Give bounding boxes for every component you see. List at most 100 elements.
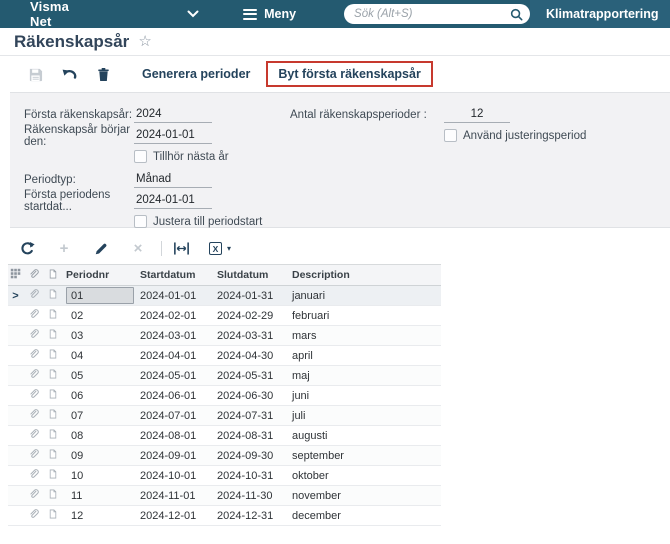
row-attachment-icon[interactable] <box>23 365 44 386</box>
cell-startdatum[interactable]: 2024-02-01 <box>136 305 213 326</box>
column-header-startdatum[interactable]: Startdatum <box>136 264 213 286</box>
table-row[interactable]: > 01 2024-01-01 2024-01-31 januari <box>8 285 441 306</box>
row-attachment-icon[interactable] <box>23 405 44 426</box>
row-attachment-icon[interactable] <box>23 425 44 446</box>
row-attachment-icon[interactable] <box>23 285 44 306</box>
cell-slutdatum[interactable]: 2024-12-31 <box>213 505 288 526</box>
brand-logo[interactable]: Visma Net <box>30 0 69 29</box>
row-selector-cell[interactable]: > <box>8 505 23 526</box>
row-attachment-icon[interactable] <box>23 505 44 526</box>
search-input[interactable] <box>354 8 511 20</box>
cell-startdatum[interactable]: 2024-11-01 <box>136 485 213 506</box>
cell-slutdatum[interactable]: 2024-02-29 <box>213 305 288 326</box>
cell-slutdatum[interactable]: 2024-07-31 <box>213 405 288 426</box>
table-row[interactable]: > 06 2024-06-01 2024-06-30 juni <box>8 385 441 406</box>
table-row[interactable]: > 11 2024-11-01 2024-11-30 november <box>8 485 441 506</box>
row-note-icon[interactable] <box>44 465 62 486</box>
cell-periodnr[interactable]: 02 <box>62 305 136 326</box>
notes-column-icon[interactable] <box>44 264 62 286</box>
cell-slutdatum[interactable]: 2024-01-31 <box>213 285 288 306</box>
cell-periodnr[interactable]: 04 <box>62 345 136 366</box>
cell-slutdatum[interactable]: 2024-11-30 <box>213 485 288 506</box>
delete-row-icon[interactable]: × <box>129 241 147 256</box>
cell-startdatum[interactable]: 2024-05-01 <box>136 365 213 386</box>
table-row[interactable]: > 02 2024-02-01 2024-02-29 februari <box>8 305 441 326</box>
cell-slutdatum[interactable]: 2024-04-30 <box>213 345 288 366</box>
row-note-icon[interactable] <box>44 385 62 406</box>
search-icon[interactable] <box>510 8 523 21</box>
refresh-icon[interactable] <box>18 241 36 256</box>
row-selector-cell[interactable]: > <box>8 305 23 326</box>
row-note-icon[interactable] <box>44 405 62 426</box>
save-icon[interactable] <box>22 67 48 82</box>
period-type-field[interactable]: Månad <box>134 172 212 188</box>
cell-description[interactable]: september <box>288 445 441 466</box>
row-attachment-icon[interactable] <box>23 345 44 366</box>
column-header-description[interactable]: Description <box>288 264 441 286</box>
row-attachment-icon[interactable] <box>23 305 44 326</box>
row-selector-cell[interactable]: > <box>8 285 23 306</box>
cell-slutdatum[interactable]: 2024-09-30 <box>213 445 288 466</box>
table-row[interactable]: > 09 2024-09-01 2024-09-30 september <box>8 445 441 466</box>
main-menu-button[interactable]: Meny <box>243 7 296 21</box>
cell-description[interactable]: februari <box>288 305 441 326</box>
cell-description[interactable]: december <box>288 505 441 526</box>
row-note-icon[interactable] <box>44 285 62 306</box>
delete-icon[interactable] <box>90 67 116 82</box>
change-first-fiscal-year-button[interactable]: Byt första räkenskapsår <box>266 61 433 87</box>
table-row[interactable]: > 12 2024-12-01 2024-12-31 december <box>8 505 441 526</box>
cell-periodnr[interactable]: 03 <box>62 325 136 346</box>
company-selector[interactable]: Klimatrapportering <box>530 0 670 28</box>
cell-startdatum[interactable]: 2024-06-01 <box>136 385 213 406</box>
edit-row-icon[interactable] <box>92 242 110 256</box>
use-adjustment-period-checkbox[interactable] <box>444 129 457 142</box>
export-excel-button[interactable]: X ▾ <box>209 242 231 255</box>
fit-columns-icon[interactable] <box>172 242 190 255</box>
row-selector-cell[interactable]: > <box>8 425 23 446</box>
table-row[interactable]: > 05 2024-05-01 2024-05-31 maj <box>8 365 441 386</box>
cell-description[interactable]: oktober <box>288 465 441 486</box>
table-row[interactable]: > 03 2024-03-01 2024-03-31 mars <box>8 325 441 346</box>
row-note-icon[interactable] <box>44 305 62 326</box>
column-header-slutdatum[interactable]: Slutdatum <box>213 264 288 286</box>
cell-startdatum[interactable]: 2024-10-01 <box>136 465 213 486</box>
row-note-icon[interactable] <box>44 505 62 526</box>
undo-icon[interactable] <box>56 67 82 81</box>
generate-periods-button[interactable]: Generera perioder <box>138 63 254 85</box>
table-row[interactable]: > 07 2024-07-01 2024-07-31 juli <box>8 405 441 426</box>
row-attachment-icon[interactable] <box>23 325 44 346</box>
row-selector-cell[interactable]: > <box>8 365 23 386</box>
first-fiscal-year-field[interactable]: 2024 <box>134 107 212 123</box>
row-note-icon[interactable] <box>44 425 62 446</box>
cell-slutdatum[interactable]: 2024-06-30 <box>213 385 288 406</box>
belongs-next-year-checkbox[interactable] <box>134 150 147 163</box>
cell-description[interactable]: maj <box>288 365 441 386</box>
row-selector-cell[interactable]: > <box>8 485 23 506</box>
cell-periodnr[interactable]: 08 <box>62 425 136 446</box>
cell-periodnr[interactable]: 09 <box>62 445 136 466</box>
row-selector-cell[interactable]: > <box>8 385 23 406</box>
row-attachment-icon[interactable] <box>23 445 44 466</box>
attachments-column-icon[interactable] <box>23 264 44 286</box>
cell-description[interactable]: augusti <box>288 425 441 446</box>
cell-startdatum[interactable]: 2024-12-01 <box>136 505 213 526</box>
cell-periodnr[interactable]: 12 <box>62 505 136 526</box>
first-period-start-field[interactable]: 2024-01-01 <box>134 193 212 209</box>
row-attachment-icon[interactable] <box>23 385 44 406</box>
cell-periodnr[interactable]: 10 <box>62 465 136 486</box>
cell-startdatum[interactable]: 2024-03-01 <box>136 325 213 346</box>
cell-periodnr[interactable]: 11 <box>62 485 136 506</box>
cell-description[interactable]: mars <box>288 325 441 346</box>
table-row[interactable]: > 04 2024-04-01 2024-04-30 april <box>8 345 441 366</box>
row-selector-cell[interactable]: > <box>8 445 23 466</box>
row-selector-cell[interactable]: > <box>8 345 23 366</box>
row-note-icon[interactable] <box>44 485 62 506</box>
cell-slutdatum[interactable]: 2024-10-31 <box>213 465 288 486</box>
cell-startdatum[interactable]: 2024-07-01 <box>136 405 213 426</box>
row-note-icon[interactable] <box>44 365 62 386</box>
search-box[interactable] <box>344 4 531 24</box>
cell-startdatum[interactable]: 2024-04-01 <box>136 345 213 366</box>
cell-description[interactable]: januari <box>288 285 441 306</box>
cell-description[interactable]: april <box>288 345 441 366</box>
column-header-periodnr[interactable]: Periodnr <box>62 264 136 286</box>
